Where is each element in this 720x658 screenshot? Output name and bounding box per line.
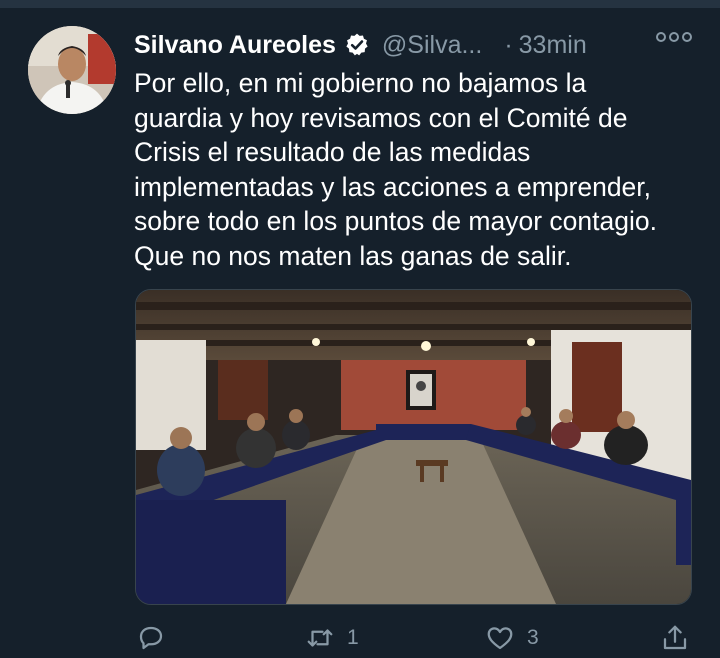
heart-icon bbox=[487, 627, 513, 650]
author-name[interactable]: Silvano Aureoles bbox=[134, 31, 336, 60]
tweet-photo[interactable] bbox=[135, 289, 692, 605]
separator-dot: · bbox=[504, 30, 513, 59]
retweet-button[interactable]: 1 bbox=[305, 620, 359, 656]
reply-button[interactable] bbox=[136, 620, 178, 656]
meeting-room-image bbox=[136, 290, 691, 604]
more-options-icon[interactable] bbox=[656, 32, 692, 42]
tweet-actions-bar: 1 3 bbox=[0, 620, 720, 658]
avatar[interactable] bbox=[28, 26, 116, 114]
reply-icon bbox=[139, 626, 163, 650]
tweet-header: Silvano Aureoles @Silva... · 33min bbox=[134, 28, 694, 62]
retweet-icon bbox=[307, 629, 333, 647]
retweet-count: 1 bbox=[347, 626, 359, 649]
tweet-text: Por ello, en mi gobierno no bajamos la g… bbox=[134, 68, 657, 271]
share-button[interactable] bbox=[660, 620, 690, 656]
tweet-timestamp[interactable]: 33min bbox=[519, 31, 587, 60]
author-handle[interactable]: @Silva... bbox=[382, 31, 482, 60]
verified-badge-icon bbox=[346, 33, 368, 56]
like-button[interactable]: 3 bbox=[485, 620, 539, 656]
like-count: 3 bbox=[527, 626, 539, 649]
top-divider-bar bbox=[0, 0, 720, 8]
avatar-image bbox=[28, 26, 116, 114]
share-icon bbox=[663, 625, 687, 650]
